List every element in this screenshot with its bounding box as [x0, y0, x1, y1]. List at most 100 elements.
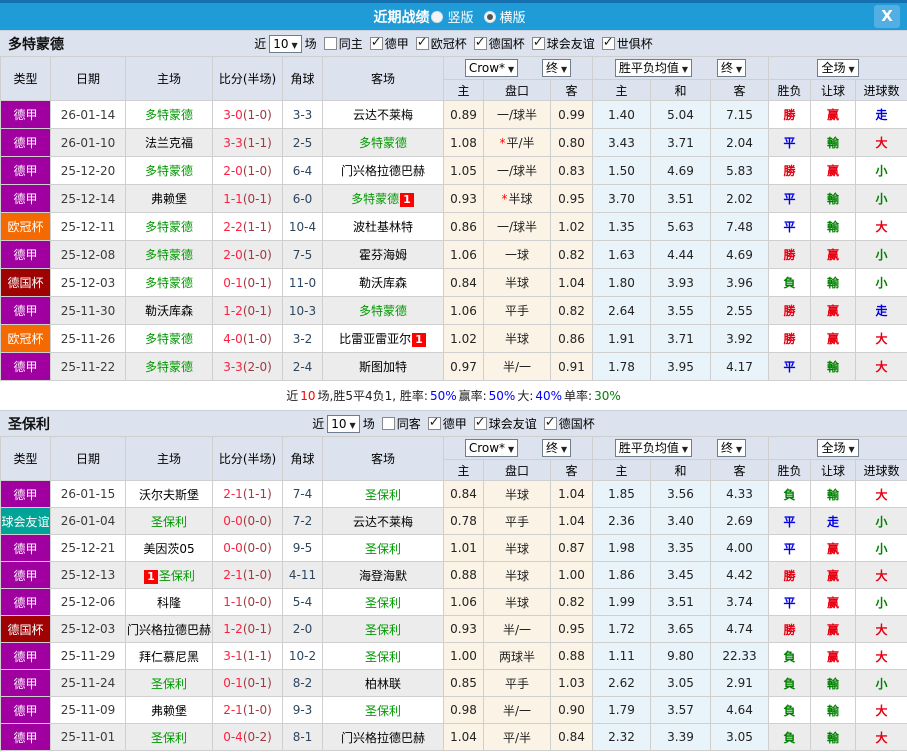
- bookmaker-select[interactable]: Crow* ▼: [464, 59, 519, 77]
- col-home: 主场: [125, 436, 213, 481]
- odds-home-cell: 1.06: [443, 296, 484, 325]
- avg-away-cell: 4.17: [710, 352, 770, 381]
- league-label[interactable]: 欧冠杯: [431, 37, 467, 51]
- sub-col-handicap: 盘口: [483, 459, 551, 481]
- away-team-cell: 云达不莱梅: [322, 100, 444, 129]
- layout-vertical-radio[interactable]: [431, 10, 444, 23]
- odds-handicap-cell: 半球: [483, 534, 551, 562]
- avg-draw-cell: 3.93: [650, 268, 712, 297]
- score-cell: 0-1(0-1): [212, 669, 283, 697]
- odds-away-cell: 0.82: [549, 240, 594, 269]
- odds-handicap-cell: 一球: [483, 240, 551, 269]
- result-goals-cell: 大: [855, 696, 907, 724]
- same-venue-label[interactable]: 同客: [397, 415, 421, 432]
- date-cell: 25-12-13: [50, 561, 126, 589]
- odds-stage-select[interactable]: 终 ▼: [542, 59, 572, 77]
- league-checkbox[interactable]: [601, 35, 615, 50]
- odds-handicap-cell: 一/球半: [483, 100, 551, 129]
- same-venue-label[interactable]: 同主: [339, 35, 363, 52]
- corner-cell: 10-2: [282, 642, 323, 670]
- avg-away-cell: 2.69: [710, 507, 770, 535]
- odds-home-cell: 0.78: [443, 507, 484, 535]
- odds-home-cell: 0.84: [443, 268, 484, 297]
- league-label[interactable]: 德国杯: [489, 37, 525, 51]
- avg-stage-select[interactable]: 终 ▼: [716, 439, 747, 457]
- match-row: 球会友谊 26-01-04 圣保利 0-0(0-0) 7-2 云达不莱梅 0.78 平手 1.0…: [0, 507, 907, 535]
- sub-col-avg-home: 主: [592, 459, 652, 481]
- avg-odds-select[interactable]: 胜平负均值 ▼: [614, 59, 693, 77]
- league-label[interactable]: 德甲: [443, 417, 467, 431]
- games-count-select[interactable]: 10 ▼: [269, 34, 302, 53]
- corner-cell: 4-11: [282, 561, 323, 589]
- avg-away-cell: 3.05: [710, 723, 770, 751]
- avg-away-cell: 2.02: [710, 184, 770, 213]
- match-row: 德甲 25-11-29 拜仁慕尼黑 3-1(1-1) 10-2 圣保利 1.00 两球半 0.8…: [0, 642, 907, 670]
- corner-cell: 8-1: [282, 723, 323, 751]
- away-team-cell: 勒沃库森: [322, 268, 444, 297]
- league-filter-group: 德甲 球会友谊 德国杯: [421, 415, 595, 432]
- layout-vertical-label[interactable]: 竖版: [447, 7, 473, 26]
- avg-draw-cell: 3.55: [650, 296, 712, 325]
- league-checkbox[interactable]: [531, 35, 545, 50]
- league-label[interactable]: 球会友谊: [489, 417, 537, 431]
- date-cell: 25-12-06: [50, 588, 126, 616]
- league-checkbox[interactable]: [427, 415, 441, 430]
- league-label[interactable]: 德国杯: [559, 417, 595, 431]
- score-cell: 2-1(1-0): [212, 696, 283, 724]
- league-checkbox[interactable]: [543, 415, 557, 430]
- home-team-cell: 美因茨05: [125, 534, 213, 562]
- avg-stage-select[interactable]: 终 ▼: [716, 59, 747, 77]
- league-label[interactable]: 德甲: [385, 37, 409, 51]
- avg-home-cell: 2.32: [592, 723, 652, 751]
- odds-home-cell: 0.85: [443, 669, 484, 697]
- league-checkbox[interactable]: [473, 35, 487, 50]
- corner-cell: 8-2: [282, 669, 323, 697]
- league-cell: 德甲: [0, 184, 51, 213]
- league-checkbox[interactable]: [415, 35, 429, 50]
- league-cell: 德甲: [0, 669, 51, 697]
- fulltime-select[interactable]: 全场 ▼: [817, 439, 859, 457]
- league-checkbox[interactable]: [473, 415, 487, 430]
- fulltime-select[interactable]: 全场 ▼: [817, 59, 859, 77]
- result-handicap-cell: 赢: [810, 642, 857, 670]
- games-count-select[interactable]: 10 ▼: [327, 414, 360, 433]
- away-team-cell: 斯图加特: [322, 352, 444, 381]
- team-name: 勒沃库森: [358, 276, 407, 290]
- league-cell: 德甲: [0, 723, 51, 751]
- match-row: 德甲 25-12-08 多特蒙德 2-0(1-0) 7-5 霍芬海姆 1.06 一球 0.82 1…: [0, 240, 907, 269]
- results-table-dortmund: 类型 日期 主场 比分(半场) 角球 客场 Crow* ▼ 终 ▼ 胜平负均值 ▼ 终…: [0, 56, 907, 381]
- odds-handicap-cell: 半/一: [483, 615, 551, 643]
- match-row: 德甲 25-12-13 1 圣保利 2-1(1-0) 4-11 海登海默 0.88 半球 1.00…: [0, 561, 907, 589]
- odds-handicap-cell: 半/一: [483, 696, 551, 724]
- result-handicap-cell: 輸: [810, 480, 857, 508]
- league-checkbox[interactable]: [369, 35, 383, 50]
- bookmaker-select[interactable]: Crow* ▼: [464, 439, 519, 457]
- league-filter-group: 德甲 欧冠杯 德国杯 球会友谊 世俱杯: [363, 35, 653, 52]
- home-team-cell: 法兰克福: [125, 128, 213, 157]
- layout-horizontal-radio[interactable]: [483, 10, 496, 23]
- result-handicap-cell: 輸: [810, 212, 857, 241]
- result-handicap-cell: 赢: [810, 534, 857, 562]
- league-label[interactable]: 世俱杯: [617, 37, 653, 51]
- away-team-cell: 云达不莱梅: [322, 507, 444, 535]
- league-label[interactable]: 球会友谊: [547, 37, 595, 51]
- col-corner: 角球: [282, 436, 323, 481]
- avg-home-cell: 1.86: [592, 561, 652, 589]
- result-goals-cell: 小: [855, 268, 907, 297]
- same-venue-checkbox[interactable]: [381, 417, 395, 430]
- odds-handicap-cell: 平手: [483, 507, 551, 535]
- team-name: 科隆: [156, 595, 181, 610]
- avg-odds-select[interactable]: 胜平负均值 ▼: [614, 439, 693, 457]
- avg-draw-cell: 3.51: [650, 184, 712, 213]
- same-venue-checkbox[interactable]: [323, 37, 337, 50]
- close-button[interactable]: X: [874, 5, 900, 28]
- odds-stage-select[interactable]: 终 ▼: [542, 439, 572, 457]
- result-outcome-cell: 平: [768, 507, 812, 535]
- result-handicap-cell: 赢: [810, 588, 857, 616]
- red-card-badge: 1: [412, 333, 426, 347]
- home-team-cell: 弗赖堡: [125, 184, 213, 213]
- layout-horizontal-label[interactable]: 横版: [500, 7, 526, 26]
- league-cell: 德甲: [0, 156, 51, 185]
- home-team-cell: 多特蒙德: [125, 324, 213, 353]
- sub-col-outcome: 胜负: [768, 79, 812, 101]
